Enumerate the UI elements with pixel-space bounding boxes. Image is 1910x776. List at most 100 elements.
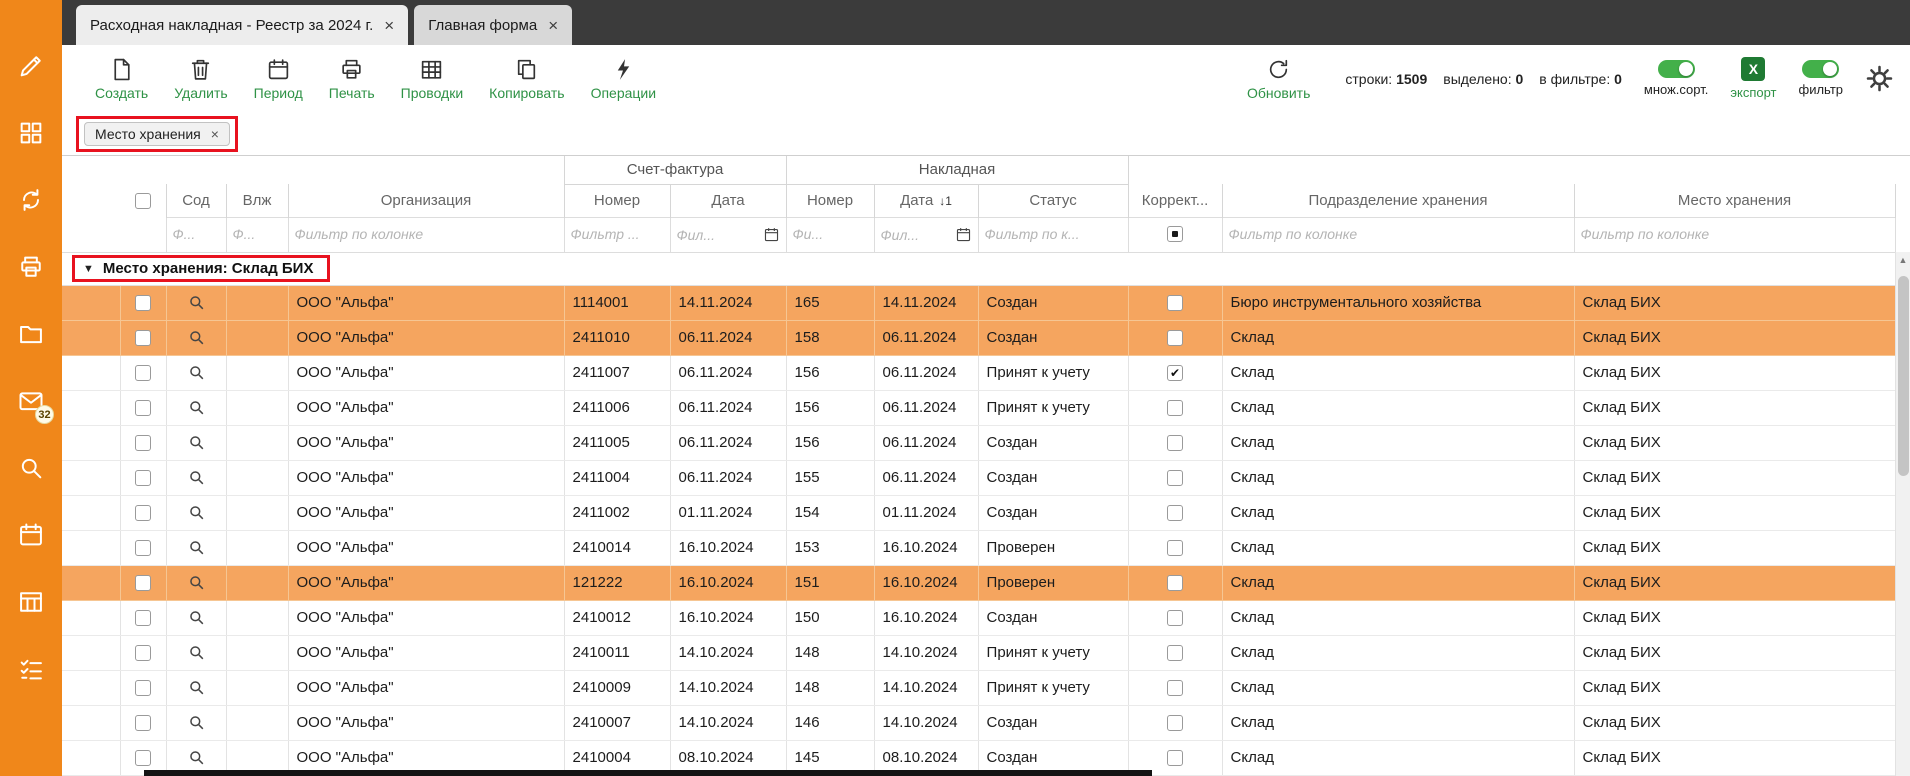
correct-checkbox[interactable] (1167, 610, 1183, 626)
correct-filter-checkbox[interactable] (1167, 226, 1183, 242)
copy-button[interactable]: Копировать (476, 57, 577, 101)
row-checkbox[interactable] (135, 330, 151, 346)
row-search-icon[interactable] (187, 573, 206, 592)
calendar-icon[interactable] (17, 521, 45, 549)
correct-checkbox[interactable] (1167, 645, 1183, 661)
column-header-waybill-number[interactable]: Номер (786, 184, 874, 217)
table-row[interactable]: ООО "Альфа"241100406.11.202415506.11.202… (62, 460, 1895, 495)
row-search-icon[interactable] (187, 433, 206, 452)
scrollbar-thumb[interactable] (1898, 276, 1909, 476)
mail-icon[interactable]: 32 (17, 387, 45, 415)
operations-button[interactable]: Операции (578, 57, 670, 101)
correct-checkbox[interactable] (1167, 435, 1183, 451)
select-all-checkbox[interactable] (135, 193, 151, 209)
filter-toggle[interactable] (1802, 60, 1839, 78)
tasks-icon[interactable] (17, 655, 45, 683)
row-search-icon[interactable] (187, 643, 206, 662)
row-checkbox[interactable] (135, 435, 151, 451)
period-button[interactable]: Период (241, 57, 316, 101)
status-filter-input[interactable] (985, 226, 1122, 242)
row-search-icon[interactable] (187, 538, 206, 557)
row-search-icon[interactable] (187, 363, 206, 382)
create-button[interactable]: Создать (82, 57, 161, 101)
row-search-icon[interactable] (187, 468, 206, 487)
table-row[interactable]: ООО "Альфа"241101006.11.202415806.11.202… (62, 320, 1895, 355)
settings-gear-icon[interactable] (1865, 64, 1894, 93)
row-search-icon[interactable] (187, 293, 206, 312)
excel-export-icon[interactable]: X (1741, 57, 1765, 81)
tab-register-2024[interactable]: Расходная накладная - Реестр за 2024 г. … (76, 5, 408, 45)
column-header-waybill-date[interactable]: Дата↓1 (874, 184, 978, 217)
correct-checkbox[interactable] (1167, 365, 1183, 381)
column-header-department[interactable]: Подразделение хранения (1222, 184, 1574, 217)
correct-checkbox[interactable] (1167, 680, 1183, 696)
row-checkbox[interactable] (135, 470, 151, 486)
row-search-icon[interactable] (187, 503, 206, 522)
close-icon[interactable]: × (211, 126, 219, 142)
column-header-invoice-date[interactable]: Дата (670, 184, 786, 217)
correct-checkbox[interactable] (1167, 295, 1183, 311)
waybill-number-filter-input[interactable] (793, 226, 868, 242)
column-header-correct[interactable]: Коррект... (1128, 184, 1222, 217)
table-row[interactable]: ООО "Альфа"241001416.10.202415316.10.202… (62, 530, 1895, 565)
column-header-invoice-number[interactable]: Номер (564, 184, 670, 217)
scroll-up-icon[interactable]: ▲ (1896, 252, 1910, 268)
table-row[interactable]: ООО "Альфа"12122216.10.202415116.10.2024… (62, 565, 1895, 600)
row-checkbox[interactable] (135, 505, 151, 521)
row-checkbox[interactable] (135, 575, 151, 591)
delete-button[interactable]: Удалить (161, 57, 240, 101)
row-search-icon[interactable] (187, 713, 206, 732)
table-row[interactable]: ООО "Альфа"241001114.10.202414814.10.202… (62, 635, 1895, 670)
folder-icon[interactable] (17, 320, 45, 348)
sync-icon[interactable] (17, 186, 45, 214)
correct-checkbox[interactable] (1167, 750, 1183, 766)
correct-checkbox[interactable] (1167, 715, 1183, 731)
correct-checkbox[interactable] (1167, 505, 1183, 521)
edit-icon[interactable] (17, 52, 45, 80)
row-search-icon[interactable] (187, 328, 206, 347)
calendar-icon[interactable] (763, 226, 780, 243)
org-filter-input[interactable] (295, 226, 558, 242)
table-row[interactable]: ООО "Альфа"241100506.11.202415606.11.202… (62, 425, 1895, 460)
table-row[interactable]: ООО "Альфа"241100706.11.202415606.11.202… (62, 355, 1895, 390)
row-checkbox[interactable] (135, 750, 151, 766)
table-row[interactable]: ООО "Альфа"241100201.11.202415401.11.202… (62, 495, 1895, 530)
row-search-icon[interactable] (187, 748, 206, 767)
column-header-vlzh[interactable]: Влж (226, 184, 288, 217)
storage-place-filter-input[interactable] (1581, 226, 1889, 242)
row-checkbox[interactable] (135, 645, 151, 661)
tab-main-form[interactable]: Главная форма × (414, 5, 572, 45)
column-header-status[interactable]: Статус (978, 184, 1128, 217)
collapse-arrow-icon[interactable]: ▼ (83, 263, 94, 275)
column-header-org[interactable]: Организация (288, 184, 564, 217)
row-checkbox[interactable] (135, 680, 151, 696)
sod-filter-input[interactable] (173, 226, 220, 242)
row-search-icon[interactable] (187, 608, 206, 627)
vertical-scrollbar[interactable]: ▲ (1895, 252, 1910, 776)
filter-chip[interactable]: Место хранения × (84, 122, 230, 146)
department-filter-input[interactable] (1229, 226, 1568, 242)
multisort-toggle[interactable] (1658, 60, 1695, 78)
table-row[interactable]: ООО "Альфа"241000914.10.202414814.10.202… (62, 670, 1895, 705)
invoice-date-filter-input[interactable] (677, 227, 759, 243)
table-row[interactable]: ООО "Альфа"241100606.11.202415606.11.202… (62, 390, 1895, 425)
column-header-sod[interactable]: Сод (166, 184, 226, 217)
row-checkbox[interactable] (135, 400, 151, 416)
close-icon[interactable]: × (384, 17, 394, 34)
invoice-number-filter-input[interactable] (571, 226, 664, 242)
row-checkbox[interactable] (135, 365, 151, 381)
correct-checkbox[interactable] (1167, 330, 1183, 346)
row-checkbox[interactable] (135, 540, 151, 556)
calendar-icon[interactable] (955, 226, 972, 243)
vlzh-filter-input[interactable] (233, 226, 282, 242)
table-row[interactable]: ООО "Альфа"241001216.10.202415016.10.202… (62, 600, 1895, 635)
modules-grid-icon[interactable] (17, 119, 45, 147)
waybill-date-filter-input[interactable] (881, 227, 951, 243)
postings-button[interactable]: Проводки (388, 57, 477, 101)
refresh-button[interactable]: Обновить (1234, 57, 1323, 101)
correct-checkbox[interactable] (1167, 540, 1183, 556)
search-icon[interactable] (17, 454, 45, 482)
table-row[interactable]: ООО "Альфа"241000714.10.202414614.10.202… (62, 705, 1895, 740)
close-icon[interactable]: × (548, 17, 558, 34)
correct-checkbox[interactable] (1167, 575, 1183, 591)
